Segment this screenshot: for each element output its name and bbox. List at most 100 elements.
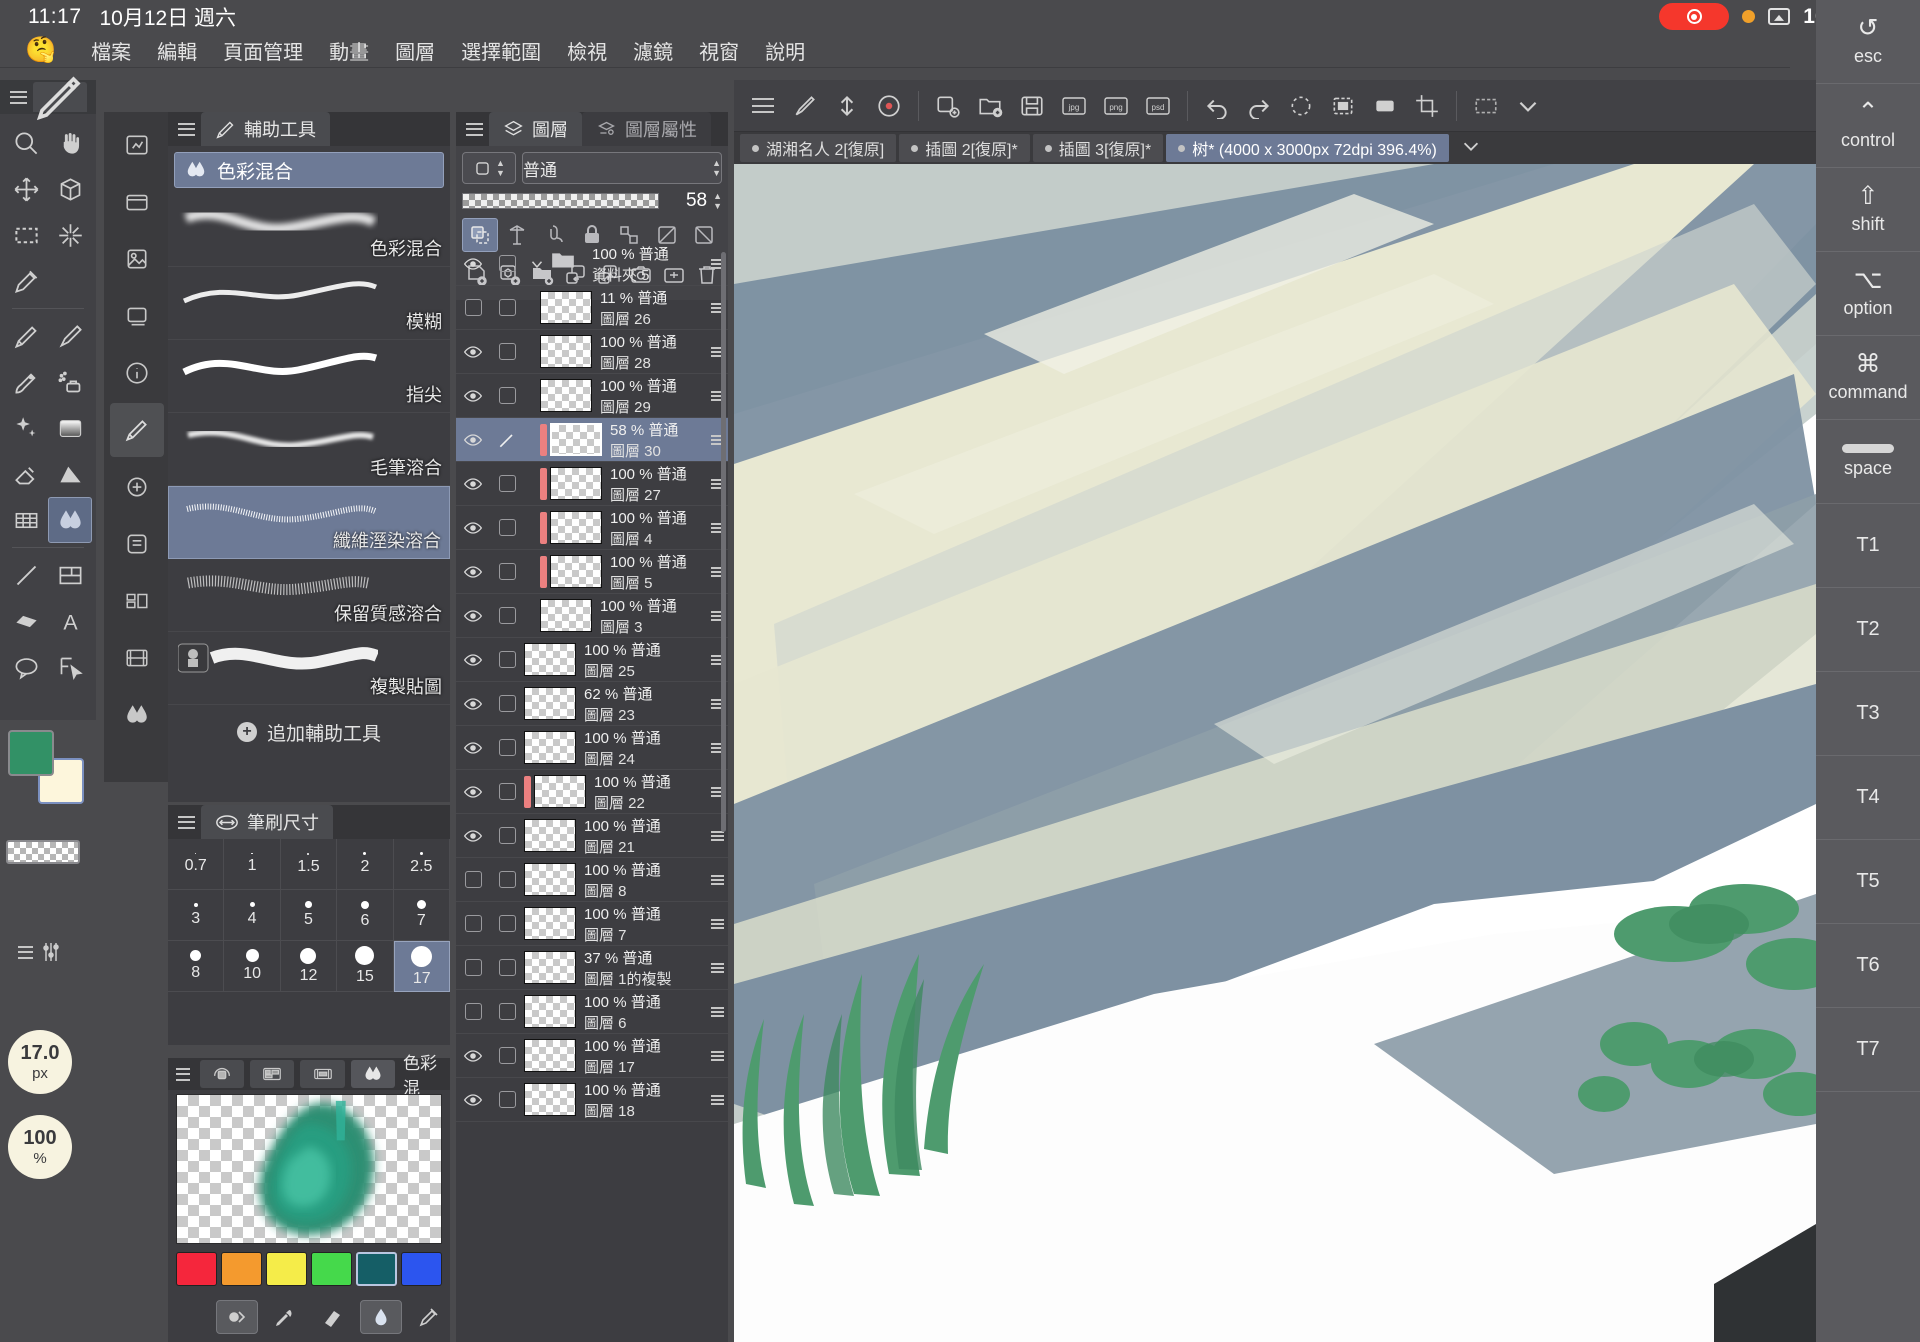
color-mix-eyedropper-icon[interactable] <box>408 1300 450 1334</box>
color-mix-water-icon[interactable] <box>360 1300 403 1334</box>
layer-row[interactable]: 100 % 普通 圖層 7 <box>456 902 728 946</box>
layer-row[interactable]: 100 % 普通 圖層 22 <box>456 770 728 814</box>
command-key[interactable]: ⌘ command <box>1816 336 1920 420</box>
color-mix-tab[interactable] <box>350 1060 395 1088</box>
menu-item-filter[interactable]: 濾鏡 <box>620 36 686 65</box>
decoration-tool[interactable] <box>4 405 48 451</box>
layer-visibility-toggle[interactable] <box>456 1046 490 1066</box>
gradient-tool[interactable] <box>48 405 92 451</box>
layer-panel-menu-button[interactable] <box>466 122 483 136</box>
layer-select-checkbox[interactable] <box>490 519 524 536</box>
layer-select-checkbox[interactable] <box>490 915 524 932</box>
text-tool[interactable]: A <box>48 598 92 644</box>
export-psd-button[interactable]: psd <box>1139 87 1177 125</box>
color-set-tab[interactable] <box>250 1060 295 1088</box>
brush-size-menu-button[interactable] <box>178 815 195 829</box>
t3-key[interactable]: T3 <box>1816 672 1920 756</box>
menu-hamburger-button[interactable] <box>744 87 782 125</box>
menu-item-view[interactable]: 檢視 <box>554 36 620 65</box>
layer-row[interactable]: 58 % 普通 圖層 30 <box>456 418 728 462</box>
menu-item-layer[interactable]: 圖層 <box>382 36 448 65</box>
brush-size-cell[interactable]: 8 <box>168 941 225 992</box>
layer-row[interactable]: 100 % 普通 圖層 3 <box>456 594 728 638</box>
figure-tool[interactable] <box>4 598 48 644</box>
layer-select-checkbox[interactable] <box>490 607 524 624</box>
brush-size-cell[interactable]: 1.5 <box>280 839 338 890</box>
folder-expand-chevron[interactable] <box>524 255 550 273</box>
space-key[interactable]: space <box>1816 420 1920 504</box>
hand-tool[interactable] <box>48 120 92 166</box>
color-mix-eraser-icon[interactable] <box>312 1300 354 1334</box>
layer-row[interactable]: 100 % 普通 圖層 8 <box>456 858 728 902</box>
layer-row[interactable]: 100 % 普通 圖層 29 <box>456 374 728 418</box>
layer-visibility-toggle[interactable] <box>456 1003 490 1020</box>
layer-visibility-toggle[interactable] <box>456 254 490 274</box>
layer-select-checkbox[interactable] <box>490 871 524 888</box>
brush-size-cell[interactable]: 2.5 <box>393 839 450 890</box>
layer-select-checkbox[interactable] <box>490 255 524 272</box>
zoom-tool[interactable] <box>4 120 48 166</box>
layer-visibility-toggle[interactable] <box>456 915 490 932</box>
object-tool[interactable] <box>48 644 92 690</box>
line-tool[interactable] <box>4 552 48 598</box>
subtool-group-header[interactable]: 色彩混合 <box>174 152 444 188</box>
shift-key[interactable]: ⇧ shift <box>1816 168 1920 252</box>
layer-stack-icon[interactable] <box>110 289 164 343</box>
layer-visibility-toggle[interactable] <box>456 871 490 888</box>
esc-key[interactable]: ↺ esc <box>1816 0 1920 84</box>
brush-size-cell[interactable]: 4 <box>224 890 281 941</box>
chevron-updown-icon[interactable]: ▲ ▼ <box>713 192 722 211</box>
layer-row[interactable]: 100 % 普通 圖層 6 <box>456 990 728 1034</box>
color-panel-menu-button[interactable] <box>176 1067 190 1081</box>
menu-item-page-manage[interactable]: 頁面管理 <box>210 36 316 65</box>
layer-row[interactable]: 100 % 普通 圖層 17 <box>456 1034 728 1078</box>
pen-pressure-button[interactable] <box>786 87 824 125</box>
layer-row-menu-button[interactable] <box>706 1094 728 1105</box>
animation-icon[interactable] <box>110 574 164 628</box>
layer-visibility-toggle[interactable] <box>456 518 490 538</box>
option-key[interactable]: ⌥ option <box>1816 252 1920 336</box>
layer-row-menu-button[interactable] <box>706 830 728 841</box>
tab-brush-size[interactable]: 筆刷尺寸 <box>201 805 333 839</box>
blend-tool[interactable] <box>48 497 92 543</box>
t4-key[interactable]: T4 <box>1816 756 1920 840</box>
brush-size-cell[interactable]: 7 <box>393 890 450 941</box>
clear-button[interactable] <box>1282 87 1320 125</box>
layer-row[interactable]: 100 % 普通 圖層 24 <box>456 726 728 770</box>
deselect-button[interactable] <box>1467 87 1505 125</box>
layer-row[interactable]: 100 % 普通 圖層 21 <box>456 814 728 858</box>
menu-item-window[interactable]: 視窗 <box>686 36 752 65</box>
menu-item-edit[interactable]: 編輯 <box>144 36 210 65</box>
t1-key[interactable]: T1 <box>1816 504 1920 588</box>
layer-visibility-toggle[interactable] <box>456 1090 490 1110</box>
canvas-tab-0[interactable]: 湖湘名人 2[復原] <box>740 134 897 162</box>
layer-row[interactable]: 11 % 普通 圖層 26 <box>456 286 728 330</box>
auto-select-tool[interactable] <box>48 212 92 258</box>
tab-subtool[interactable]: 輔助工具 <box>201 112 330 146</box>
perspective-ruler-tool[interactable] <box>4 497 48 543</box>
layer-select-checkbox[interactable] <box>490 739 524 756</box>
brush-size-cell[interactable]: 0.7 <box>168 839 225 890</box>
clip-studio-paint-logo[interactable]: 🤔 <box>25 36 56 65</box>
color-swatch[interactable] <box>265 1252 307 1286</box>
layer-row[interactable]: 100 % 普通 圖層 5 <box>456 550 728 594</box>
fill-button[interactable] <box>1366 87 1404 125</box>
timeline-icon[interactable] <box>110 631 164 685</box>
export-png-button[interactable]: png <box>1097 87 1135 125</box>
layer-visibility-toggle[interactable] <box>456 959 490 976</box>
layer-select-checkbox[interactable] <box>490 1091 524 1108</box>
menu-item-animation[interactable]: 動畫 <box>316 36 382 65</box>
history-icon[interactable] <box>110 517 164 571</box>
redo-button[interactable] <box>1240 87 1278 125</box>
t6-key[interactable]: T6 <box>1816 924 1920 1008</box>
color-swatch[interactable] <box>401 1252 442 1286</box>
layer-row[interactable]: 62 % 普通 圖層 23 <box>456 682 728 726</box>
blend-mode-selector[interactable]: 普通 ▲ ▼ <box>522 152 722 184</box>
chevron-down-icon[interactable] <box>1458 135 1484 162</box>
navigator-icon[interactable] <box>110 118 164 172</box>
subtool-icon[interactable] <box>110 403 164 457</box>
fill-selection-button[interactable] <box>1324 87 1362 125</box>
layer-visibility-toggle[interactable] <box>456 738 490 758</box>
more-chevron-button[interactable] <box>1509 87 1547 125</box>
layer-select-checkbox[interactable] <box>490 475 524 492</box>
